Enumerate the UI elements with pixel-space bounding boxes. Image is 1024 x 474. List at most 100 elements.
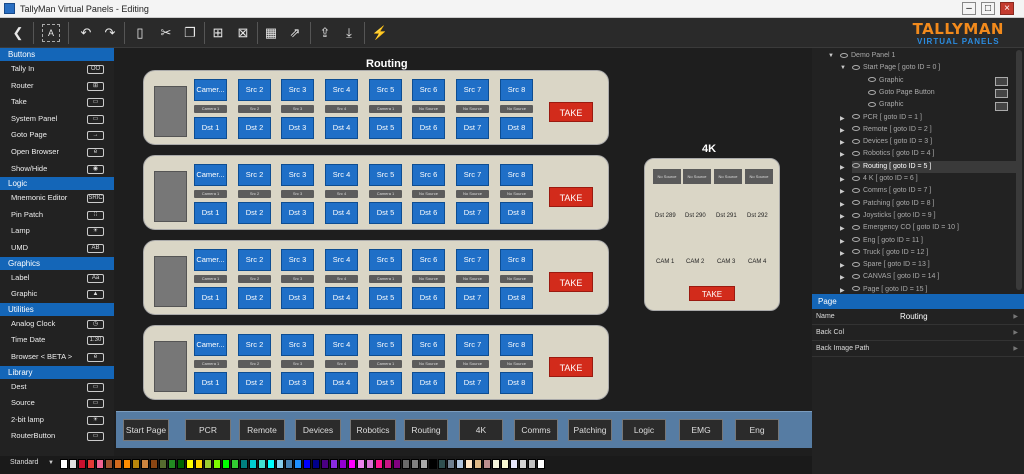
color-swatch[interactable]	[447, 459, 455, 469]
tree-root[interactable]: Demo Panel 1	[840, 50, 1016, 62]
color-swatch[interactable]	[114, 459, 122, 469]
source-button[interactable]: Src 4	[325, 164, 358, 186]
color-swatch[interactable]	[312, 459, 320, 469]
source-button[interactable]: Src 8	[500, 164, 533, 186]
take-button[interactable]: TAKE	[549, 272, 593, 292]
color-swatch[interactable]	[132, 459, 140, 469]
source-button[interactable]: Src 3	[281, 334, 314, 356]
source-button[interactable]: Src 5	[369, 79, 402, 101]
source-button[interactable]: Camer...	[194, 164, 227, 186]
property-row[interactable]: Back Image Path ▶	[812, 341, 1024, 357]
tree-page[interactable]: Joysticks [ goto ID = 9 ]	[852, 210, 1016, 222]
collapsed-arrow-icon[interactable]: ▶	[840, 274, 845, 281]
color-swatch[interactable]	[123, 459, 131, 469]
source-button[interactable]: Src 3	[281, 164, 314, 186]
nav-remote[interactable]: Remote	[239, 419, 285, 441]
visibility-eye-icon[interactable]	[852, 274, 860, 280]
visibility-eye-icon[interactable]	[852, 200, 860, 206]
color-swatch[interactable]	[285, 459, 293, 469]
destination-button[interactable]: Dst 3	[281, 287, 314, 309]
palette-section-graphics[interactable]: Graphics	[0, 256, 114, 270]
expand-arrow-icon[interactable]: ▶	[1013, 325, 1018, 341]
destination-button[interactable]: Dst 4	[325, 202, 358, 224]
cut-icon[interactable]: ✂	[156, 23, 176, 43]
back-icon[interactable]: ❮	[8, 23, 28, 43]
new-page-icon[interactable]: ▯	[130, 23, 150, 43]
collapsed-arrow-icon[interactable]: ▶	[840, 213, 845, 220]
color-swatch[interactable]	[420, 459, 428, 469]
visibility-eye-icon[interactable]	[852, 163, 860, 169]
collapsed-arrow-icon[interactable]: ▶	[840, 201, 845, 208]
color-swatch[interactable]	[105, 459, 113, 469]
color-swatch[interactable]	[204, 459, 212, 469]
close-button[interactable]: ×	[1000, 2, 1014, 15]
collapsed-arrow-icon[interactable]: ▶	[840, 127, 845, 134]
tree-page[interactable]: Devices [ goto ID = 3 ]	[852, 136, 1016, 148]
source-button[interactable]: Src 7	[456, 164, 489, 186]
source-button[interactable]: Camer...	[194, 334, 227, 356]
color-swatch[interactable]	[141, 459, 149, 469]
paste-icon[interactable]: ❐	[180, 23, 200, 43]
palette-item[interactable]: Graphic ▲	[0, 286, 114, 303]
source-button[interactable]: Src 5	[369, 249, 402, 271]
source-button[interactable]: Src 6	[412, 79, 445, 101]
nav-patching[interactable]: Patching	[568, 419, 612, 441]
source-button[interactable]: Src 2	[238, 249, 271, 271]
source-button[interactable]: Src 4	[325, 249, 358, 271]
color-swatch[interactable]	[213, 459, 221, 469]
palette-item[interactable]: Tally In OO	[0, 61, 114, 78]
visibility-eye-icon[interactable]	[852, 224, 860, 230]
destination-button[interactable]: Dst 2	[238, 202, 271, 224]
source-button[interactable]: Src 4	[325, 334, 358, 356]
tree-page[interactable]: Eng [ goto ID = 11 ]	[852, 235, 1016, 247]
color-swatch[interactable]	[177, 459, 185, 469]
nav-routing[interactable]: Routing	[404, 419, 448, 441]
color-swatch[interactable]	[366, 459, 374, 469]
destination-button[interactable]: Dst 5	[369, 287, 402, 309]
source-button[interactable]: Src 8	[500, 334, 533, 356]
color-swatch[interactable]	[330, 459, 338, 469]
visibility-eye-icon[interactable]	[852, 187, 860, 193]
palette-item[interactable]: Take ▭	[0, 94, 114, 111]
palette-section-logic[interactable]: Logic	[0, 177, 114, 191]
tree-page[interactable]: PCR [ goto ID = 1 ]	[852, 112, 1016, 124]
nav-pcr[interactable]: PCR	[185, 419, 231, 441]
delete-screen-icon[interactable]: ⊠	[233, 23, 253, 43]
color-swatch[interactable]	[249, 459, 257, 469]
tree-page[interactable]: Patching [ goto ID = 8 ]	[852, 198, 1016, 210]
color-swatch[interactable]	[510, 459, 518, 469]
visibility-eye-icon[interactable]	[868, 89, 876, 95]
collapsed-arrow-icon[interactable]: ▶	[840, 139, 845, 146]
color-swatch[interactable]	[438, 459, 446, 469]
source-button[interactable]: Camer...	[194, 249, 227, 271]
color-swatch[interactable]	[69, 459, 77, 469]
color-swatch[interactable]	[321, 459, 329, 469]
export-icon[interactable]: ⇗	[285, 23, 305, 43]
source-button[interactable]: Src 2	[238, 334, 271, 356]
palette-item[interactable]: Router ⊞	[0, 78, 114, 95]
destination-button[interactable]: Dst 1	[194, 117, 227, 139]
visibility-eye-icon[interactable]	[840, 52, 848, 58]
palette-section-buttons[interactable]: Buttons	[0, 48, 114, 61]
visibility-eye-icon[interactable]	[852, 212, 860, 218]
palette-item[interactable]: Goto Page →	[0, 127, 114, 144]
source-button[interactable]: Src 6	[412, 334, 445, 356]
color-swatch[interactable]	[186, 459, 194, 469]
take-button[interactable]: TAKE	[549, 357, 593, 377]
color-swatch[interactable]	[96, 459, 104, 469]
take-button[interactable]: TAKE	[549, 187, 593, 207]
color-swatch[interactable]	[465, 459, 473, 469]
destination-button[interactable]: Dst 6	[412, 287, 445, 309]
destination-button[interactable]: Dst 6	[412, 202, 445, 224]
color-swatch[interactable]	[78, 459, 86, 469]
destination-button[interactable]: Dst 8	[500, 117, 533, 139]
collapsed-arrow-icon[interactable]: ▶	[840, 115, 845, 122]
tree-page[interactable]: Routing [ goto ID = 5 ]	[852, 160, 1016, 173]
palette-item[interactable]: Show/Hide ◉	[0, 161, 114, 178]
undo-icon[interactable]: ↶	[76, 23, 96, 43]
upload-icon[interactable]: ⇪	[315, 23, 335, 43]
property-row[interactable]: Name Routing ▶	[812, 309, 1024, 325]
nav-emg[interactable]: EMG	[679, 419, 723, 441]
destination-button[interactable]: Dst 2	[238, 372, 271, 394]
palette-item[interactable]: Browser < BETA > e	[0, 349, 114, 366]
